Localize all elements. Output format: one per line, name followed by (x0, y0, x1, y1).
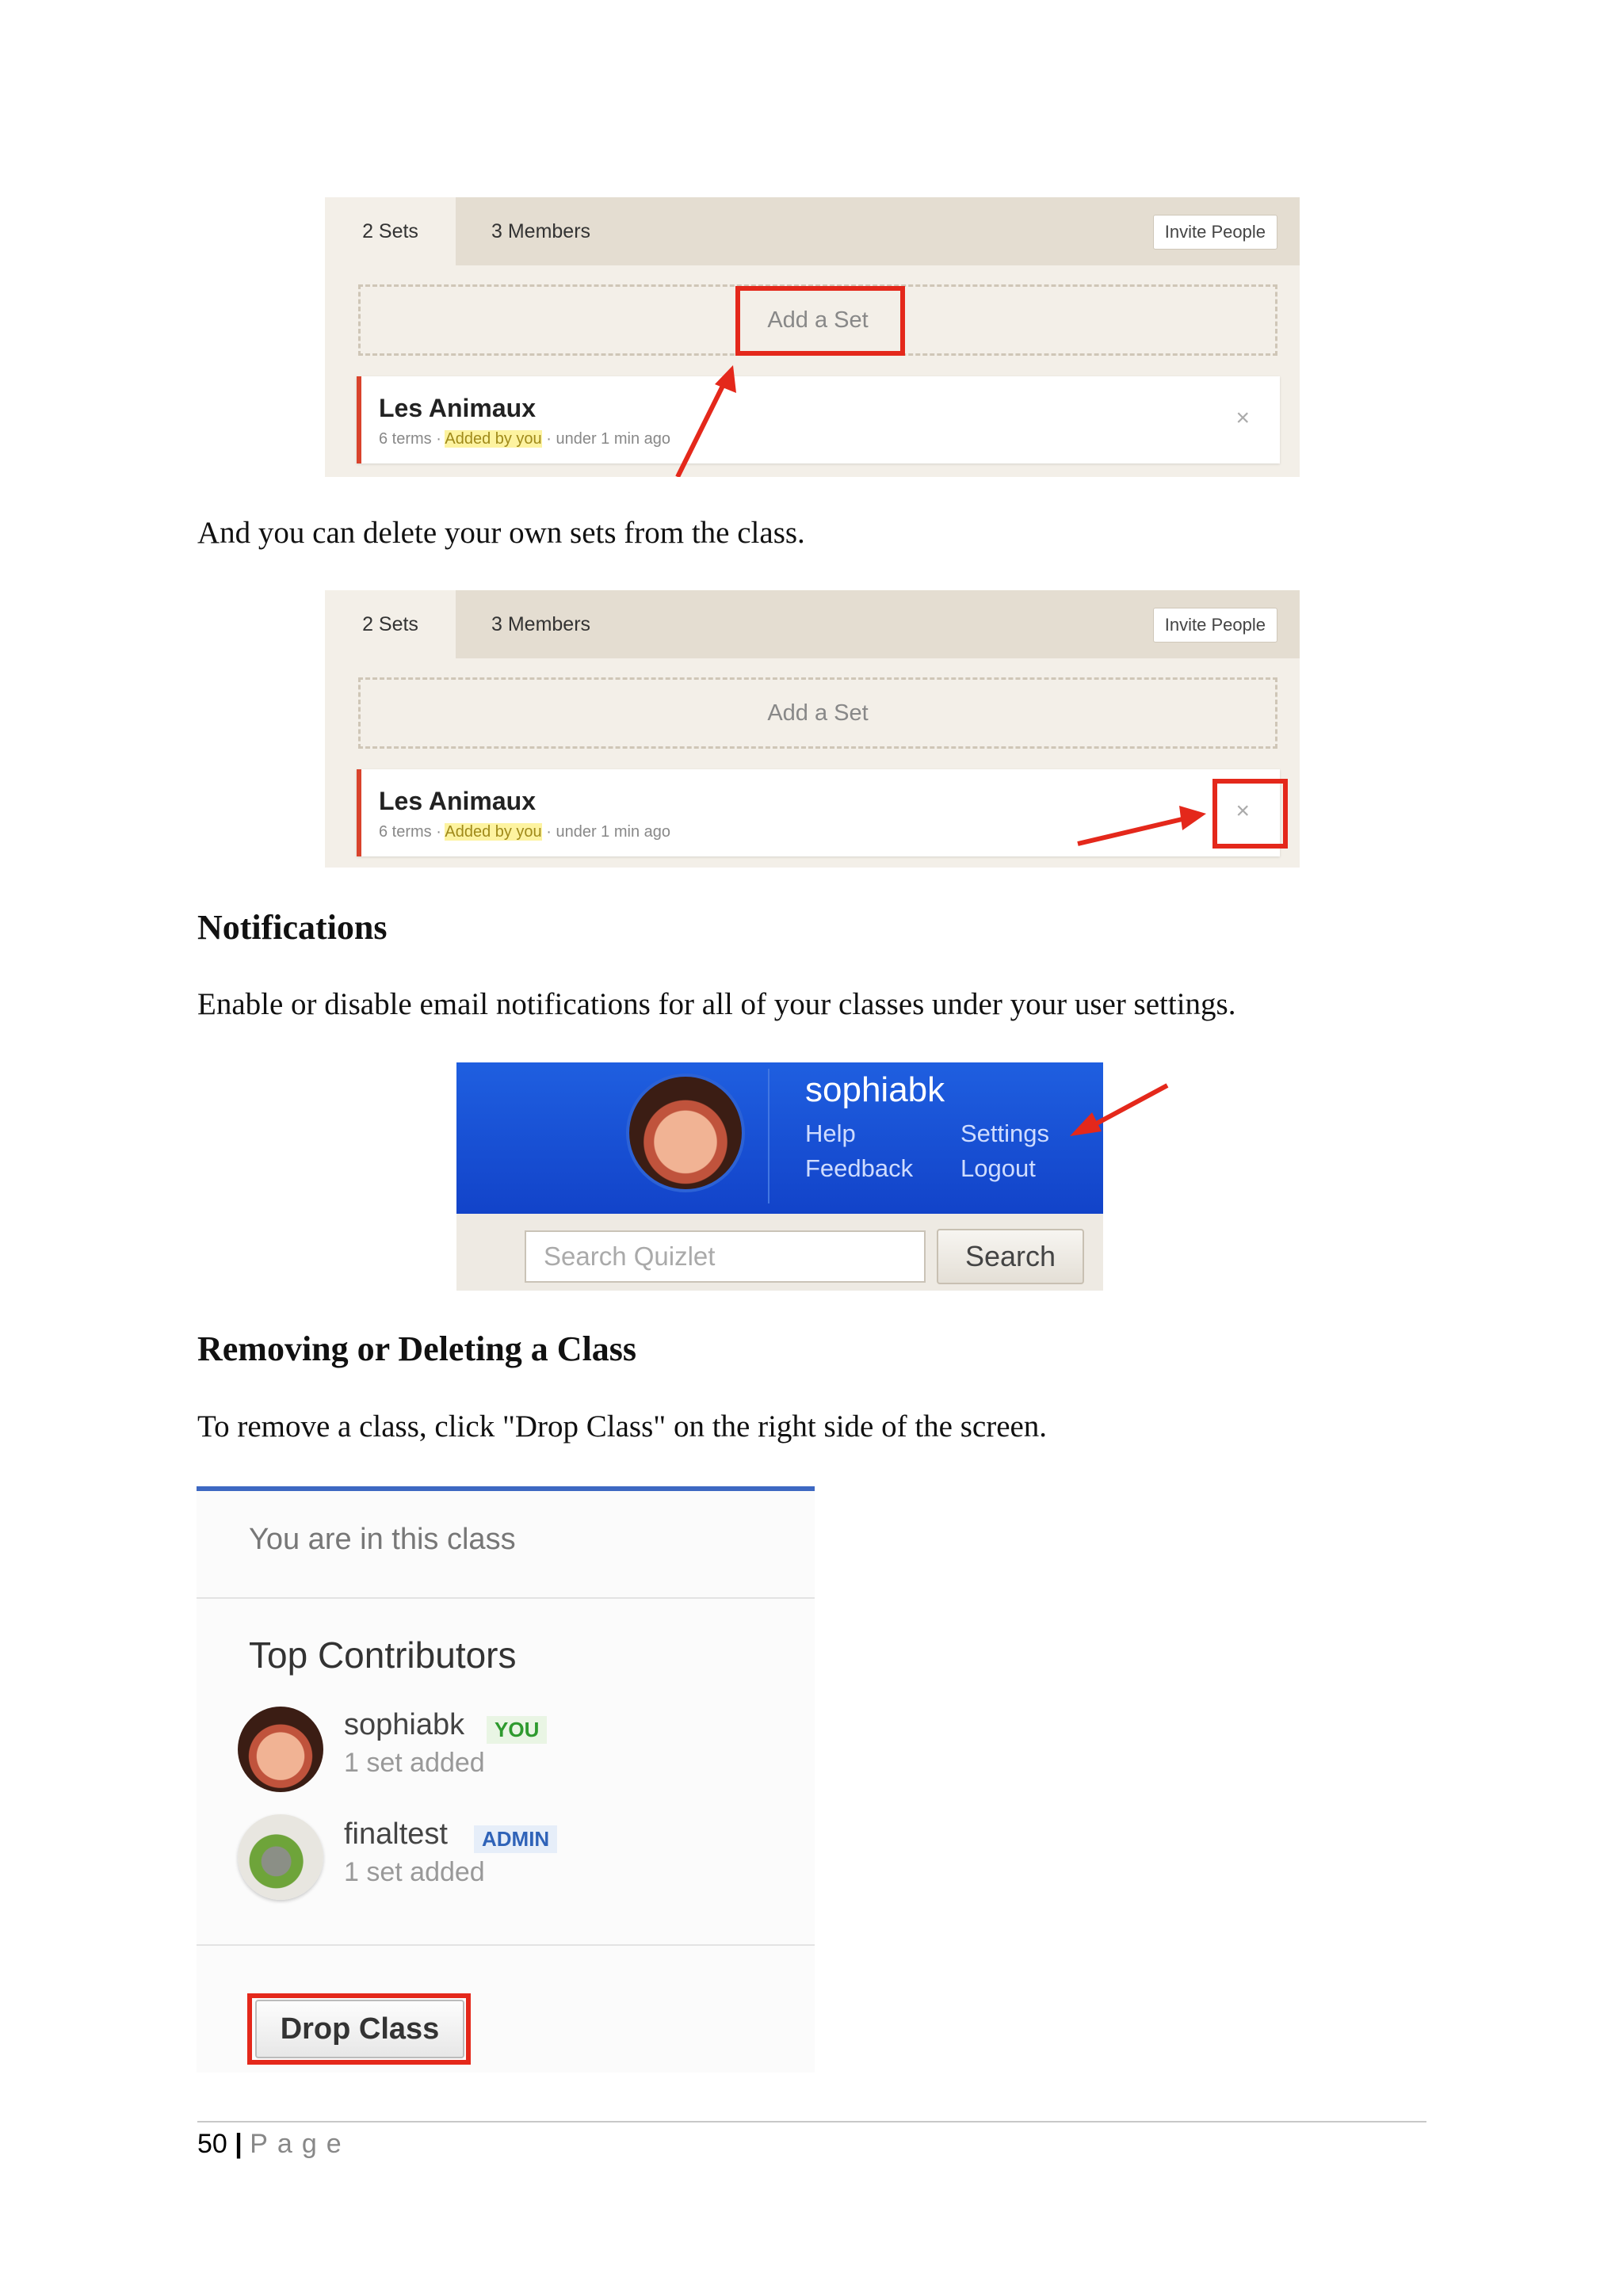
avatar[interactable] (238, 1814, 323, 1900)
quizlet-header-screenshot: sophiabk Help Settings Feedback Logout S… (456, 1062, 1103, 1291)
help-link[interactable]: Help (805, 1119, 856, 1148)
page-word: Page (250, 2129, 351, 2159)
arrow-annotation-icon (1077, 806, 1206, 846)
removing-heading: Removing or Deleting a Class (197, 1329, 637, 1368)
arrow-annotation-icon (1070, 1083, 1169, 1136)
class-status: You are in this class (249, 1523, 516, 1556)
top-border (197, 1486, 815, 1491)
contributor-sets: 1 set added (344, 1857, 485, 1887)
notifications-body: Enable or disable email notifications fo… (197, 987, 1236, 1021)
you-badge: YOU (487, 1716, 548, 1744)
divider (768, 1069, 769, 1203)
search-bar: Search Quizlet Search (456, 1214, 1103, 1291)
footer-separator: | (235, 2129, 242, 2159)
logout-link[interactable]: Logout (960, 1154, 1036, 1183)
search-button[interactable]: Search (937, 1229, 1084, 1284)
class-sidebar-screenshot: You are in this class Top Contributors s… (197, 1486, 815, 2073)
avatar[interactable] (238, 1707, 323, 1792)
delete-sentence: And you can delete your own sets from th… (197, 516, 805, 550)
notifications-heading: Notifications (197, 908, 388, 947)
divider (197, 1597, 815, 1599)
top-contributors-heading: Top Contributors (249, 1634, 517, 1676)
divider (197, 1944, 815, 1946)
arrow-annotation-icon (675, 365, 736, 477)
footer-rule (197, 2121, 1426, 2122)
username-link[interactable]: sophiabk (805, 1070, 945, 1110)
page-footer: 50 | Page (197, 2129, 351, 2160)
contributor-name[interactable]: sophiabk (344, 1708, 464, 1742)
class-sets-screenshot-delete: 2 Sets 3 Members Invite People Add a Set… (325, 590, 1300, 868)
feedback-link[interactable]: Feedback (805, 1154, 913, 1183)
removing-body: To remove a class, click "Drop Class" on… (197, 1409, 1048, 1444)
highlight-box-drop-class (247, 1993, 471, 2065)
contributor-sets: 1 set added (344, 1748, 485, 1778)
search-input[interactable]: Search Quizlet (525, 1230, 926, 1283)
settings-link[interactable]: Settings (960, 1119, 1049, 1148)
contributor-name[interactable]: finaltest (344, 1817, 448, 1852)
avatar[interactable] (626, 1074, 745, 1192)
user-menu: sophiabk Help Settings Feedback Logout (456, 1062, 1103, 1214)
admin-badge: ADMIN (474, 1825, 558, 1853)
page-number: 50 (197, 2129, 227, 2159)
class-sets-screenshot-add: 2 Sets 3 Members Invite People Add a Set… (325, 197, 1300, 477)
